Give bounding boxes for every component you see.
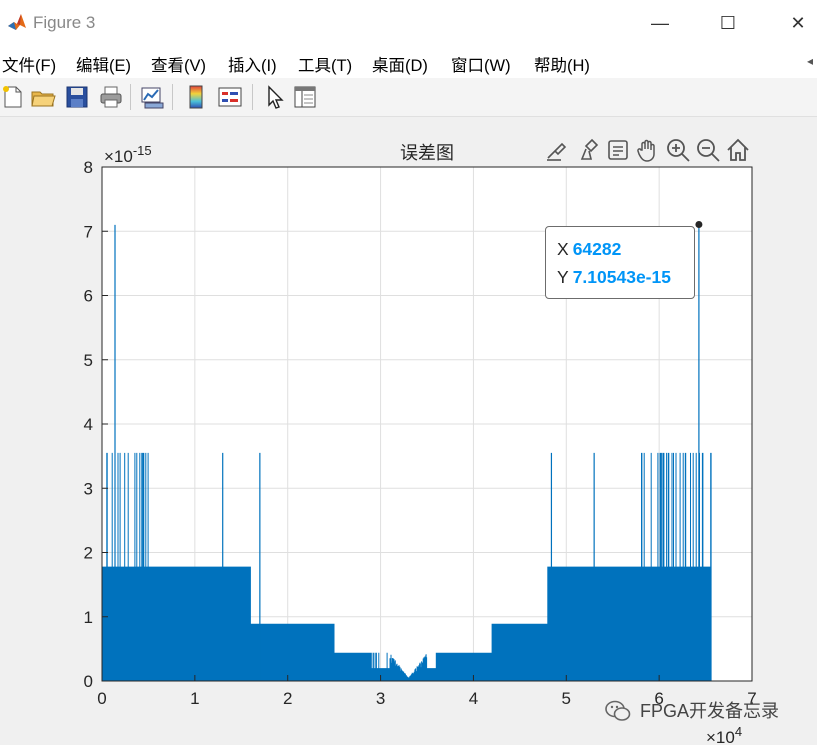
x-exponent-base: ×10 <box>706 728 735 745</box>
menu-bar: 文件(F) 编辑(E) 查看(V) 插入(I) 工具(T) 桌面(D) 窗口(W… <box>0 46 817 78</box>
chart-title: 误差图 <box>400 143 454 163</box>
y-tick-label: 7 <box>84 222 93 241</box>
minimize-button[interactable]: — <box>645 10 675 36</box>
insert-legend-icon[interactable] <box>217 84 243 110</box>
figure-toolbar <box>0 78 817 117</box>
menu-window[interactable]: 窗口(W) <box>451 52 511 76</box>
home-icon[interactable] <box>725 137 751 163</box>
insert-colorbar-icon[interactable] <box>183 84 209 110</box>
menu-tools[interactable]: 工具(T) <box>298 52 352 76</box>
menu-desktop[interactable]: 桌面(D) <box>372 52 428 76</box>
print-icon[interactable] <box>98 84 124 110</box>
menu-insert[interactable]: 插入(I) <box>228 52 277 76</box>
x-tick-label: 5 <box>562 689 571 708</box>
y-tick-label: 6 <box>84 287 93 306</box>
toolbar-separator <box>130 84 131 110</box>
zoom-in-icon[interactable] <box>665 137 691 163</box>
x-exponent-label: ×104 <box>706 724 742 745</box>
x-tick-label: 3 <box>376 689 385 708</box>
x-tick-label: 2 <box>283 689 292 708</box>
menu-help[interactable]: 帮助(H) <box>534 52 590 76</box>
maximize-button[interactable]: ☐ <box>713 10 743 36</box>
y-tick-label: 1 <box>84 608 93 627</box>
y-tick-label: 3 <box>84 479 93 498</box>
pointer-icon[interactable] <box>262 84 288 110</box>
datatip-x-row: X 64282 <box>557 239 621 260</box>
datatip-marker[interactable] <box>695 220 703 228</box>
datatip-box[interactable]: X 64282 Y 7.10543e-15 <box>545 226 695 299</box>
pan-hand-icon[interactable] <box>635 137 661 163</box>
window-title: Figure 3 <box>33 13 96 32</box>
y-tick-label: 8 <box>84 158 93 177</box>
x-tick-label: 1 <box>190 689 199 708</box>
wechat-logo-icon <box>605 700 631 721</box>
datatip-x-label: X <box>557 239 569 259</box>
figure-canvas[interactable]: 0 1 2 3 4 5 6 7012345678 误差图 ×10-15 ×104 <box>0 116 817 745</box>
y-tick-label: 2 <box>84 544 93 563</box>
y-tick-label: 5 <box>84 351 93 370</box>
y-tick-label: 4 <box>84 415 93 434</box>
x-exponent-power: 4 <box>735 724 742 739</box>
edit-text-icon[interactable] <box>545 137 571 163</box>
menu-view[interactable]: 查看(V) <box>151 52 206 76</box>
datatip-x-value: 64282 <box>572 239 622 259</box>
brush-icon[interactable] <box>577 137 603 163</box>
y-exponent-base: ×10 <box>104 147 133 166</box>
window-title-bar: Figure 3 — ☐ ✕ <box>0 0 817 46</box>
watermark-text: FPGA开发备忘录 <box>640 701 780 721</box>
toolbar-separator <box>252 84 253 110</box>
datatip-y-row: Y 7.10543e-15 <box>557 267 671 288</box>
data-tips-icon[interactable] <box>605 137 631 163</box>
y-exponent-label: ×10-15 <box>104 143 152 166</box>
property-inspector-icon[interactable] <box>292 84 318 110</box>
x-tick-label: 4 <box>469 689 478 708</box>
open-file-icon[interactable] <box>30 84 56 110</box>
y-exponent-power: -15 <box>133 143 152 158</box>
new-figure-icon[interactable] <box>0 84 26 110</box>
menu-file[interactable]: 文件(F) <box>2 52 56 76</box>
close-button[interactable]: ✕ <box>783 10 813 36</box>
y-tick-label: 0 <box>84 672 93 691</box>
datatip-y-label: Y <box>557 267 569 287</box>
menu-overflow-icon[interactable]: ◂ <box>807 54 813 68</box>
toolbar-separator <box>172 84 173 110</box>
zoom-out-icon[interactable] <box>695 137 721 163</box>
datatip-y-value: 7.10543e-15 <box>572 267 671 287</box>
menu-edit[interactable]: 编辑(E) <box>76 52 131 76</box>
save-icon[interactable] <box>64 84 90 110</box>
matlab-logo-icon <box>6 11 28 33</box>
link-plot-icon[interactable] <box>139 84 165 110</box>
x-tick-label: 0 <box>97 689 106 708</box>
